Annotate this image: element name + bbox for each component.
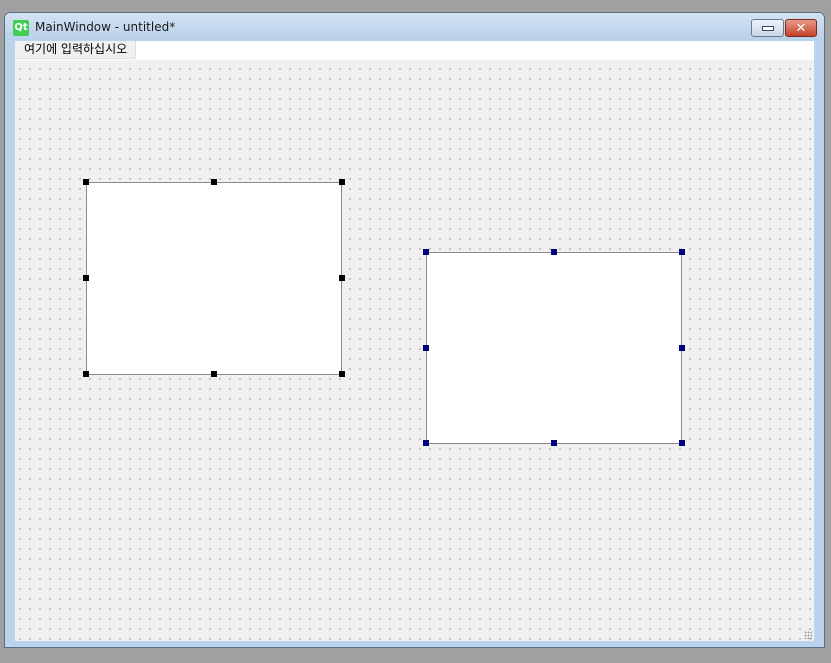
resize-handle-left[interactable] [83,275,89,281]
close-icon: ✕ [795,20,807,36]
title-bar[interactable]: Qt MainWindow - untitled* ✕ [5,13,824,40]
form-widget-1[interactable] [86,182,342,375]
menu-bar: 여기에 입력하십시오 [15,41,814,60]
size-grip-icon[interactable] [804,631,812,639]
resize-handle-bottom[interactable] [211,371,217,377]
resize-handle-left[interactable] [423,345,429,351]
minimize-button[interactable] [751,19,784,37]
window-title: MainWindow - untitled* [35,20,176,34]
resize-handle-bottom-right[interactable] [339,371,345,377]
resize-handle-top[interactable] [211,179,217,185]
resize-handle-bottom-right[interactable] [679,440,685,446]
resize-handle-bottom[interactable] [551,440,557,446]
close-button[interactable]: ✕ [785,19,817,37]
resize-handle-bottom-left[interactable] [423,440,429,446]
form-widget-2-selected[interactable] [426,252,682,444]
resize-handle-top[interactable] [551,249,557,255]
resize-handle-bottom-left[interactable] [83,371,89,377]
minimize-icon [761,25,774,31]
resize-handle-top-left[interactable] [83,179,89,185]
resize-handle-top-right[interactable] [339,179,345,185]
resize-handle-top-right[interactable] [679,249,685,255]
form-canvas[interactable]: 여기에 입력하십시오 [15,41,814,641]
resize-handle-right[interactable] [339,275,345,281]
qt-logo-icon: Qt [13,20,29,36]
menu-type-here-placeholder[interactable]: 여기에 입력하십시오 [15,41,137,59]
designer-main-window: Qt MainWindow - untitled* ✕ 여기에 입력하십시오 [4,12,825,648]
resize-handle-right[interactable] [679,345,685,351]
resize-handle-top-left[interactable] [423,249,429,255]
